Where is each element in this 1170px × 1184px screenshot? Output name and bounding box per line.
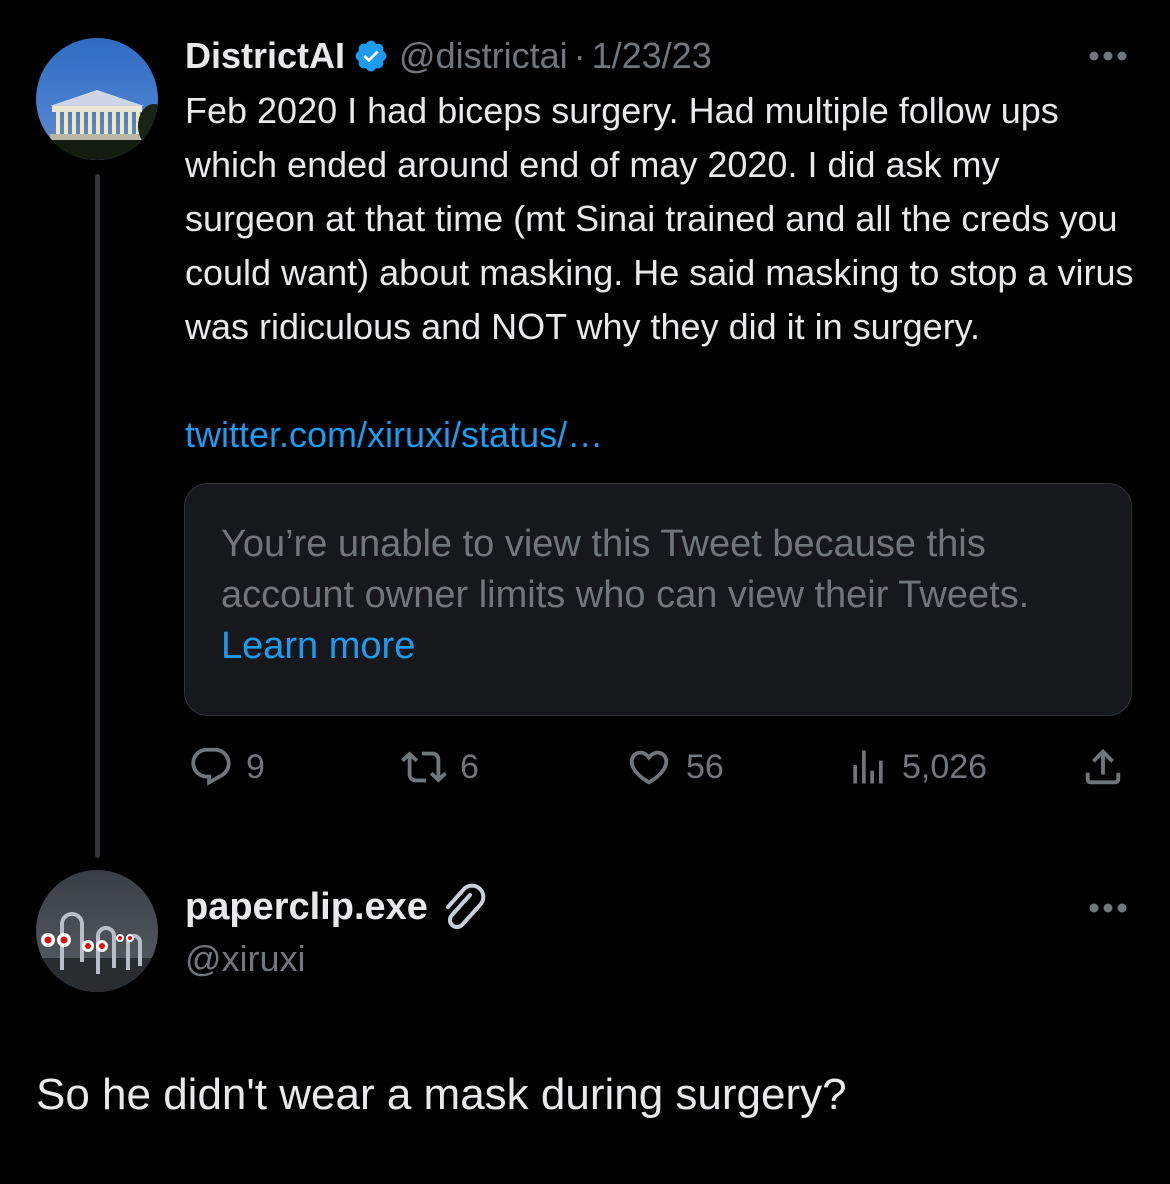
- tweet-text: Feb 2020 I had biceps surgery. Had multi…: [185, 90, 1134, 347]
- tweet-date[interactable]: 1/23/23: [592, 35, 712, 77]
- reply-author-handle[interactable]: @xiruxi: [185, 936, 306, 982]
- reply-header: paperclip.exe: [185, 880, 488, 934]
- retweet-count: 6: [460, 747, 479, 786]
- quoted-tweet-unavailable[interactable]: You’re unable to view this Tweet because…: [184, 483, 1132, 716]
- heart-icon: [629, 750, 669, 785]
- learn-more-link[interactable]: Learn more: [221, 625, 415, 667]
- reply-count: 9: [246, 747, 265, 786]
- reply-author-avatar[interactable]: [36, 870, 158, 992]
- quoted-tweet-notice: You’re unable to view this Tweet because…: [221, 523, 1030, 616]
- reply-icon: [191, 747, 231, 786]
- retweet-icon: [401, 751, 447, 783]
- more-icon[interactable]: [1087, 49, 1129, 63]
- tweet-link[interactable]: twitter.com/xiruxi/status/…: [185, 408, 603, 462]
- views-chart-icon: [853, 750, 883, 784]
- separator-dot: ·: [573, 35, 586, 76]
- like-button[interactable]: 56: [624, 742, 724, 792]
- like-count: 56: [686, 747, 724, 786]
- views-count: 5,026: [902, 747, 988, 786]
- author-handle[interactable]: @districtai: [399, 35, 568, 77]
- retweet-button[interactable]: 6: [400, 742, 479, 792]
- share-button[interactable]: [1080, 742, 1126, 792]
- thread-connector-line: [95, 174, 100, 858]
- reply-text: So he didn't wear a mask during surgery?: [36, 1070, 847, 1119]
- quoted-tweet-message: You’re unable to view this Tweet because…: [221, 519, 1101, 672]
- paperclip-characters-avatar-image: [36, 870, 158, 992]
- views-button[interactable]: 5,026: [846, 742, 987, 792]
- reply-button[interactable]: 9: [188, 742, 265, 792]
- tweet-header: DistrictAI @districtai · 1/23/23: [185, 30, 712, 82]
- paperclip-icon: [440, 883, 488, 931]
- reply-author-display-name[interactable]: paperclip.exe: [185, 886, 428, 929]
- verified-badge-icon: [353, 38, 389, 74]
- share-icon: [1085, 748, 1121, 785]
- more-icon[interactable]: [1087, 901, 1129, 915]
- memorial-avatar-image: [36, 38, 158, 160]
- author-display-name[interactable]: DistrictAI: [185, 35, 345, 77]
- author-avatar[interactable]: [36, 38, 158, 160]
